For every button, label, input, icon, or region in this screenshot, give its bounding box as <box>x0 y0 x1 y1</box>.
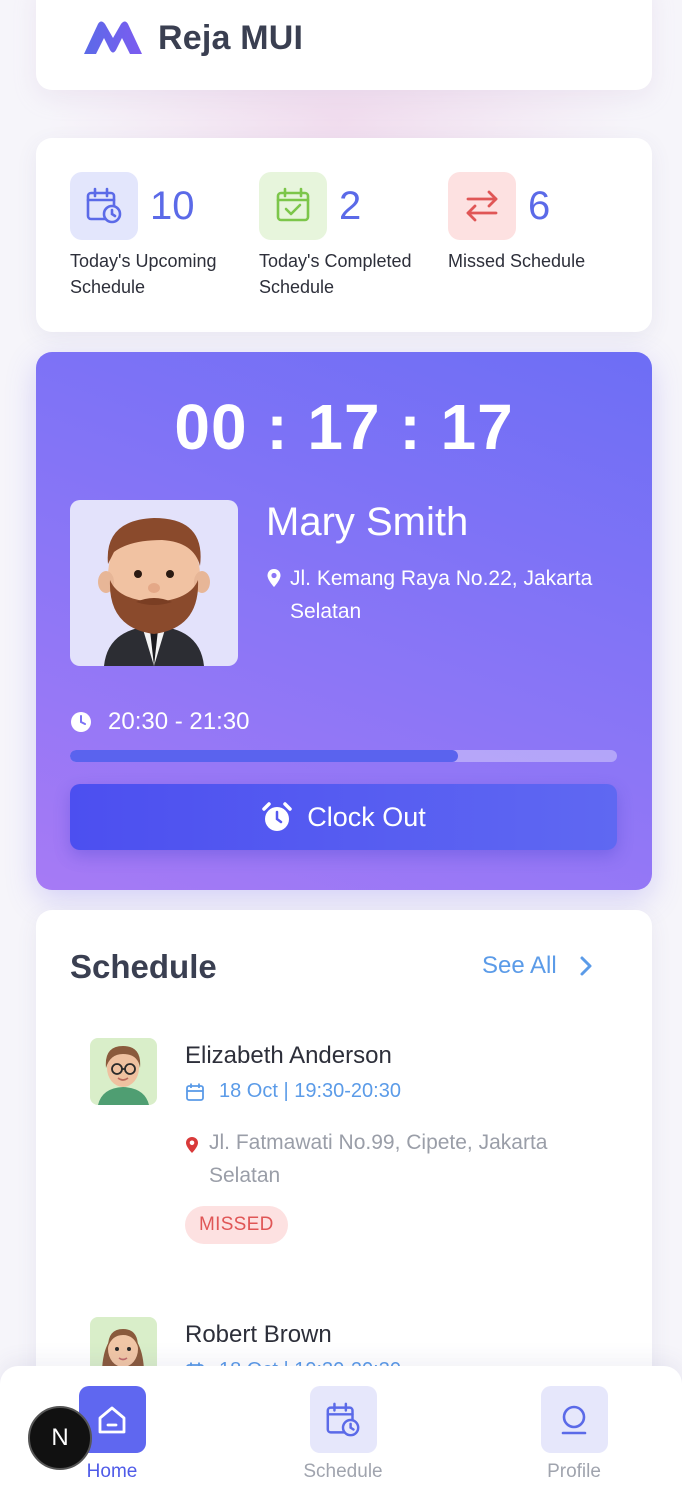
location-pin-icon <box>267 569 281 587</box>
stat-label: Missed Schedule <box>448 251 586 271</box>
calendar-check-icon <box>259 172 327 240</box>
calendar-clock-icon <box>70 172 138 240</box>
bottom-nav: Home Schedule Profile <box>0 1366 682 1500</box>
nav-label: Schedule <box>303 1461 383 1482</box>
client-name: Mary Smith <box>266 500 469 544</box>
session-progress-bar <box>70 750 617 762</box>
schedule-title: Schedule <box>70 948 217 985</box>
dev-overlay-button[interactable]: N <box>28 1406 92 1470</box>
chevron-right-icon <box>580 956 592 976</box>
see-all-link[interactable]: See All <box>482 952 593 980</box>
brand[interactable]: Reja MUI <box>82 18 303 58</box>
client-address: Jl. Kemang Raya No.22, Jakarta Selatan <box>266 562 596 628</box>
schedule-location: Jl. Fatmawati No.99, Cipete, Jakarta Sel… <box>185 1126 605 1192</box>
calendar-icon <box>186 1083 204 1101</box>
nav-schedule[interactable]: Schedule <box>288 1386 398 1483</box>
see-all-label: See All <box>482 952 557 979</box>
stat-label: Today's Completed Schedule <box>259 251 412 297</box>
progress-fill <box>70 750 459 762</box>
app-header: Reja MUI <box>36 0 652 90</box>
stat-count: 10 <box>150 184 195 228</box>
stat-count: 2 <box>339 184 362 228</box>
nav-profile[interactable]: Profile <box>519 1386 629 1483</box>
stat-count: 6 <box>528 184 551 228</box>
status-badge: MISSED <box>185 1206 288 1244</box>
alarm-clock-icon <box>262 802 292 831</box>
stats-card: 10 Today's Upcoming Schedule 2 Today's C… <box>36 138 652 332</box>
stat-upcoming[interactable]: 10 Today's Upcoming Schedule <box>70 172 217 300</box>
client-avatar <box>70 500 238 666</box>
schedule-avatar <box>90 1038 157 1105</box>
stat-completed[interactable]: 2 Today's Completed Schedule <box>259 172 412 300</box>
stat-label: Today's Upcoming Schedule <box>70 251 217 297</box>
clock-icon <box>71 712 91 732</box>
session-time-range: 20:30 - 21:30 <box>70 708 249 736</box>
schedule-client-name: Robert Brown <box>185 1321 332 1348</box>
profile-icon <box>540 1386 608 1453</box>
nav-label: Profile <box>547 1461 601 1482</box>
calendar-clock-icon <box>309 1386 377 1453</box>
current-session-card: 00 : 17 : 17 Mary Smith Jl. Kemang Raya … <box>36 352 652 890</box>
brand-name: Reja MUI <box>158 18 304 57</box>
clock-out-label: Clock Out <box>307 801 426 832</box>
m-logo-icon <box>84 21 142 54</box>
schedule-client-name: Elizabeth Anderson <box>185 1042 392 1069</box>
clock-out-button[interactable]: Clock Out <box>70 784 617 850</box>
swap-arrows-icon <box>448 172 516 240</box>
session-timer: 00 : 17 : 17 <box>174 391 514 463</box>
schedule-date: 18 Oct | 19:30-20:30 <box>185 1080 401 1103</box>
stat-missed[interactable]: 6 Missed Schedule <box>448 172 585 274</box>
location-pin-icon <box>186 1137 198 1153</box>
